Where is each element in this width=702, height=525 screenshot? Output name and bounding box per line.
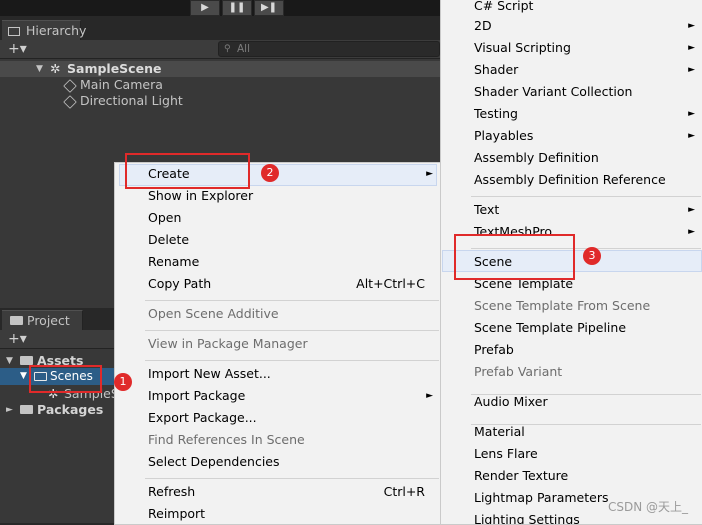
submenu-item-prefab-variant: Prefab Variant xyxy=(474,364,563,379)
submenu-item-lens-flare[interactable]: Lens Flare xyxy=(441,443,702,465)
search-icon: ⚲ xyxy=(224,44,231,54)
submenu-arrow-icon: ► xyxy=(426,169,433,179)
submenu-arrow-icon: ► xyxy=(688,131,695,141)
shortcut-label: Ctrl+R xyxy=(383,484,425,499)
submenu-item-shader-variant-collection[interactable]: Shader Variant Collection xyxy=(441,81,702,103)
menu-item-open-scene-additive: Open Scene Additive xyxy=(148,306,279,321)
menu-item-view-in-package-manager: View in Package Manager xyxy=(148,336,308,351)
menu-item-import-new-asset[interactable]: Import New Asset... xyxy=(115,363,441,385)
submenu-arrow-icon: ► xyxy=(688,205,695,215)
menu-separator xyxy=(145,360,439,361)
annotation-box-scenes xyxy=(29,365,102,393)
project-toolbar: +▾ xyxy=(0,330,115,349)
step-badge-3: 3 xyxy=(583,247,601,265)
menu-item-import-package[interactable]: Import Package ► xyxy=(115,385,441,407)
submenu-arrow-icon: ► xyxy=(426,391,433,401)
folder-icon xyxy=(20,405,33,414)
submenu-arrow-icon: ► xyxy=(688,65,695,75)
menu-separator xyxy=(145,330,439,331)
watermark: CSDN @天上_ xyxy=(607,500,688,514)
submenu-item-render-texture[interactable]: Render Texture xyxy=(441,465,702,487)
expand-arrow-icon[interactable]: ▼ xyxy=(36,61,43,77)
gameobject-icon xyxy=(63,95,77,109)
menu-item-copy-path[interactable]: Copy Path Alt+Ctrl+C xyxy=(115,273,441,295)
folder-icon xyxy=(20,356,33,365)
pause-icon[interactable]: ❚❚ xyxy=(222,0,252,16)
submenu-item-testing[interactable]: Testing ► xyxy=(441,103,702,125)
submenu-item-2d[interactable]: 2D ► xyxy=(441,15,702,37)
submenu-item-material[interactable]: Material xyxy=(441,421,702,443)
submenu-arrow-icon: ► xyxy=(688,43,695,53)
step-icon[interactable]: ▶❚ xyxy=(254,0,284,16)
expand-arrow-icon[interactable]: ▼ xyxy=(20,368,27,385)
menu-item-select-dependencies[interactable]: Select Dependencies xyxy=(115,451,441,473)
gameobject-icon xyxy=(63,79,77,93)
top-toolbar: ▶ ❚❚ ▶❚ xyxy=(0,0,440,16)
tab-project[interactable]: Project xyxy=(2,310,83,331)
submenu-arrow-icon: ► xyxy=(688,109,695,119)
annotation-box-create xyxy=(125,153,250,189)
scene-row[interactable]: ▼ ✲ SampleScene xyxy=(0,61,440,77)
menu-separator xyxy=(145,478,439,479)
step-badge-2: 2 xyxy=(261,164,279,182)
submenu-arrow-icon: ► xyxy=(688,227,695,237)
submenu-item-visual-scripting[interactable]: Visual Scripting ► xyxy=(441,37,702,59)
submenu-item-scene-template-from-scene: Scene Template From Scene xyxy=(474,298,651,313)
folder-icon xyxy=(10,316,23,325)
play-icon[interactable]: ▶ xyxy=(190,0,220,16)
menu-item-open[interactable]: Open xyxy=(115,207,441,229)
add-button[interactable]: +▾ xyxy=(8,330,27,348)
unity-scene-icon: ✲ xyxy=(50,61,61,76)
submenu-item-shader[interactable]: Shader ► xyxy=(441,59,702,81)
menu-item-delete[interactable]: Delete xyxy=(115,229,441,251)
annotation-box-scene xyxy=(454,234,575,280)
menu-item-reimport[interactable]: Reimport xyxy=(115,503,441,525)
menu-item-find-references: Find References In Scene xyxy=(148,432,305,447)
submenu-item-playables[interactable]: Playables ► xyxy=(441,125,702,147)
submenu-item-assembly-definition-reference[interactable]: Assembly Definition Reference xyxy=(441,169,702,191)
submenu-arrow-icon: ► xyxy=(688,21,695,31)
submenu-item-assembly-definition[interactable]: Assembly Definition xyxy=(441,147,702,169)
expand-arrow-icon[interactable]: ▼ xyxy=(6,353,13,369)
submenu-item-scene-template-pipeline[interactable]: Scene Template Pipeline xyxy=(441,317,702,339)
add-button[interactable]: +▾ xyxy=(8,40,27,58)
menu-separator xyxy=(471,196,701,197)
menu-item-export-package[interactable]: Export Package... xyxy=(115,407,441,429)
tab-hierarchy[interactable]: Hierarchy xyxy=(2,20,86,41)
submenu-item-text[interactable]: Text ► xyxy=(441,199,702,221)
collapse-arrow-icon[interactable]: ► xyxy=(6,402,13,418)
project-panel: Project +▾ ▼ Assets ▼ Scenes ✲ SampleSce… xyxy=(0,310,115,523)
submenu-item-prefab[interactable]: Prefab xyxy=(441,339,702,361)
hierarchy-item[interactable]: Directional Light xyxy=(0,93,440,109)
context-menu: Create ► Show in Explorer Open Delete Ren… xyxy=(114,162,442,525)
shortcut-label: Alt+Ctrl+C xyxy=(356,276,425,291)
search-input[interactable]: ⚲ All xyxy=(218,41,440,57)
menu-item-refresh[interactable]: Refresh Ctrl+R xyxy=(115,481,441,503)
menu-separator xyxy=(145,300,439,301)
hierarchy-item[interactable]: Main Camera xyxy=(0,77,440,93)
submenu-item-audio-mixer[interactable]: Audio Mixer xyxy=(441,391,702,413)
tree-item-packages[interactable]: ► Packages xyxy=(0,402,115,418)
menu-item-rename[interactable]: Rename xyxy=(115,251,441,273)
list-icon xyxy=(8,27,20,36)
step-badge-1: 1 xyxy=(114,373,132,391)
